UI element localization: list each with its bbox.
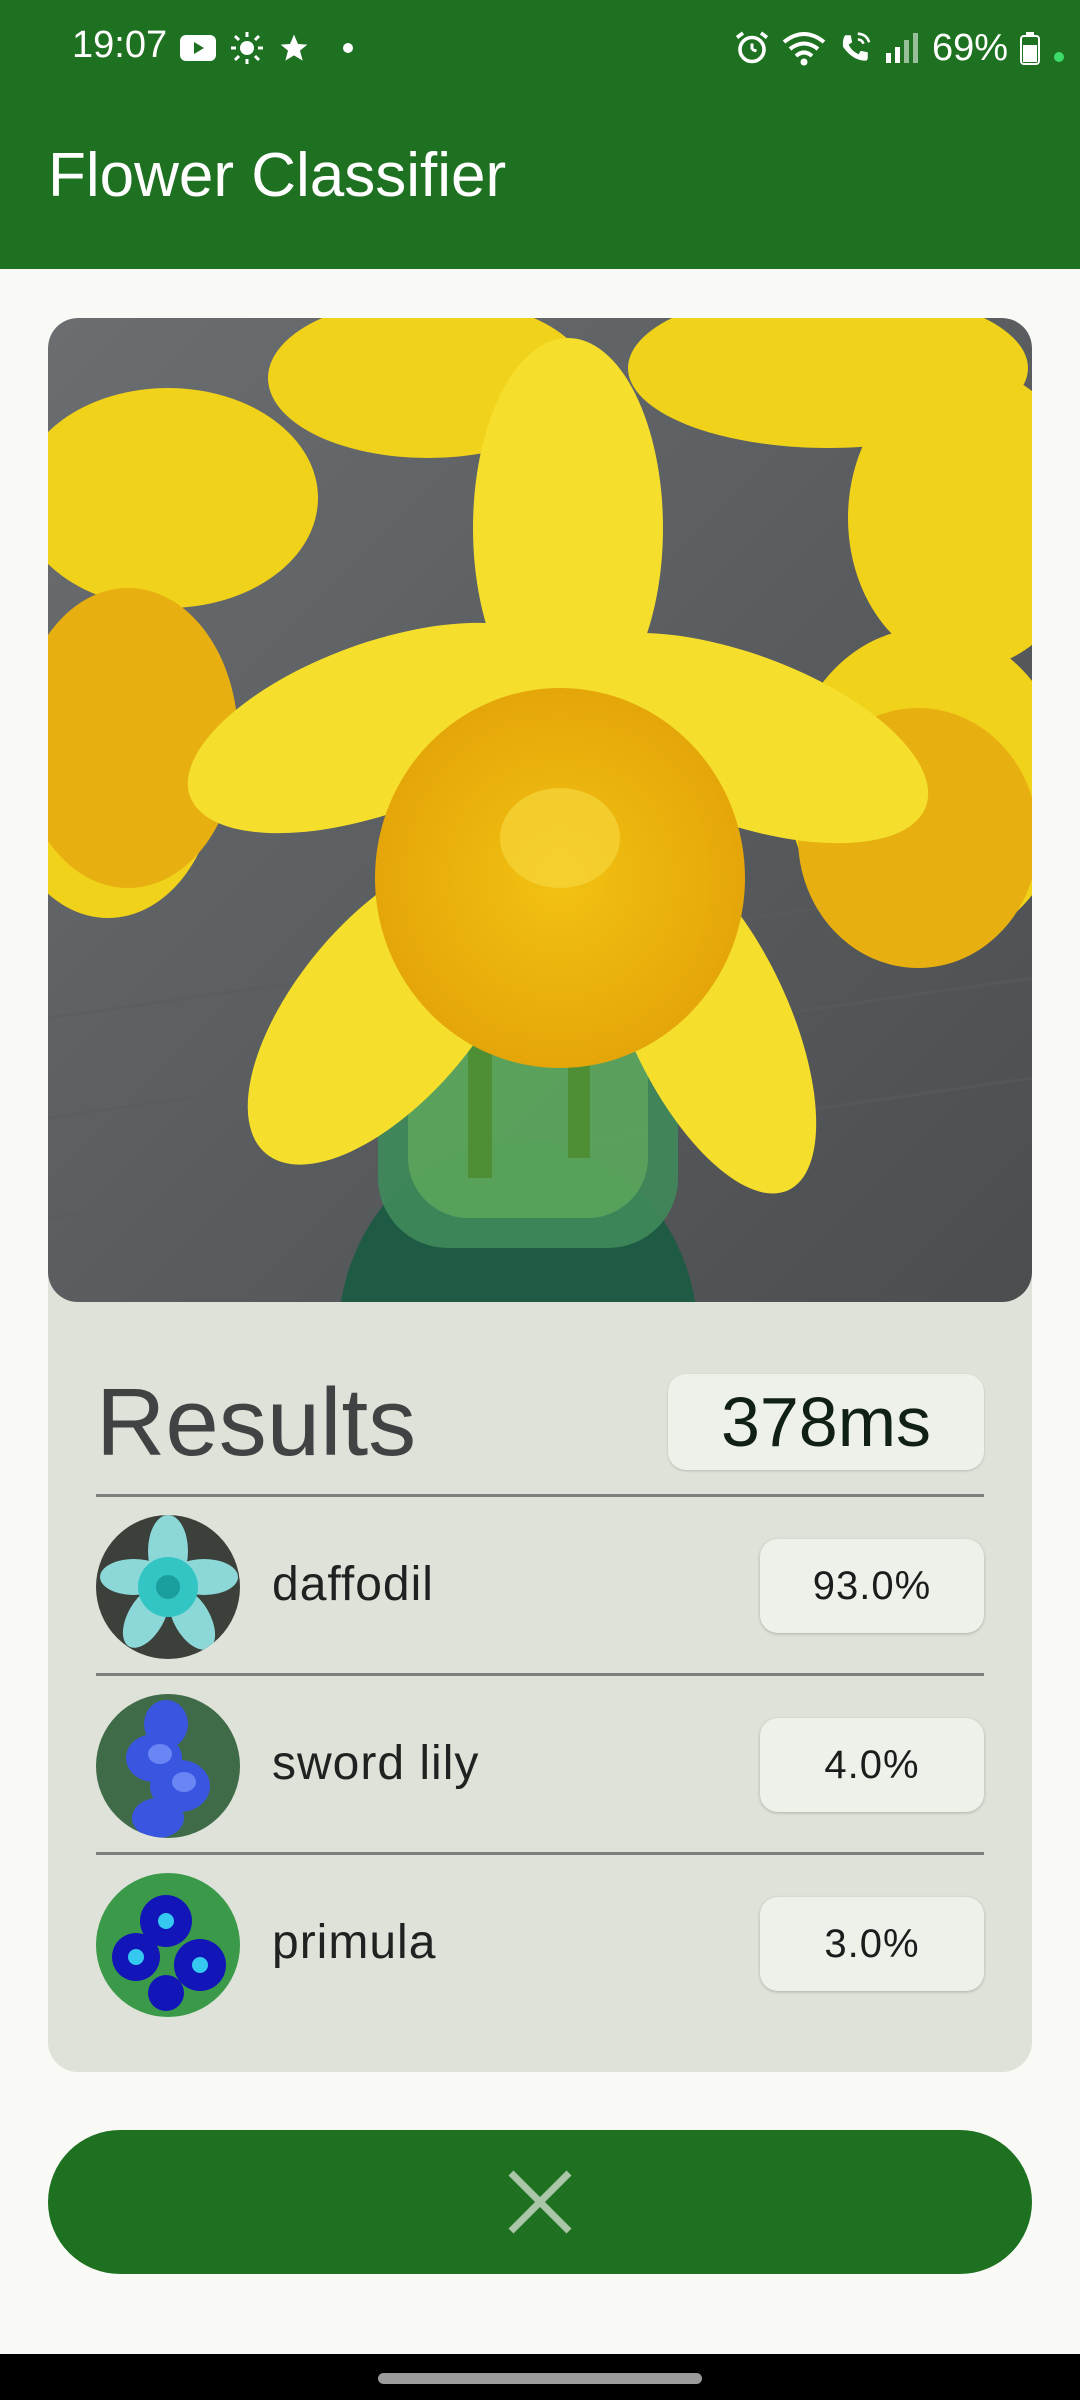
results-card: Results 378ms daffodil 93.0% sword lily … [48, 318, 1032, 2072]
sword-lily-thumbnail [96, 1694, 240, 1838]
close-button[interactable] [48, 2130, 1032, 2274]
signal-icon [885, 33, 918, 63]
wifi-icon [782, 32, 826, 66]
result-label: sword lily [272, 1737, 480, 1790]
battery-percent: 69% [931, 26, 1008, 69]
inference-time-chip: 378ms [668, 1374, 984, 1470]
dot-icon [343, 43, 353, 53]
gesture-handle[interactable] [378, 2373, 702, 2384]
captured-photo [48, 318, 1032, 1302]
result-label: primula [272, 1916, 437, 1969]
status-bar: 19:07 69% [0, 0, 1080, 96]
result-row-primula: primula 3.0% [96, 1855, 984, 2031]
close-icon [508, 2170, 572, 2234]
brightness-icon [231, 32, 263, 64]
result-score: 4.0% [760, 1718, 984, 1812]
star-icon [280, 34, 308, 61]
battery-icon [1020, 32, 1040, 65]
top-app-bar: 19:07 69% Flower Classifier [0, 0, 1080, 269]
result-label: daffodil [272, 1558, 434, 1611]
wifi-call-icon [842, 32, 871, 61]
charging-dot-icon [1054, 52, 1064, 62]
alarm-icon [735, 31, 769, 64]
app-title: Flower Classifier [48, 141, 507, 210]
result-row-daffodil: daffodil 93.0% [96, 1497, 984, 1673]
youtube-icon [180, 35, 216, 61]
primula-thumbnail [96, 1873, 240, 2017]
result-score: 93.0% [760, 1539, 984, 1633]
daffodil-thumbnail [96, 1515, 240, 1659]
result-score: 3.0% [760, 1897, 984, 1991]
results-title: Results [96, 1369, 417, 1476]
result-row-sword-lily: sword lily 4.0% [96, 1676, 984, 1852]
status-time: 19:07 [72, 24, 168, 66]
